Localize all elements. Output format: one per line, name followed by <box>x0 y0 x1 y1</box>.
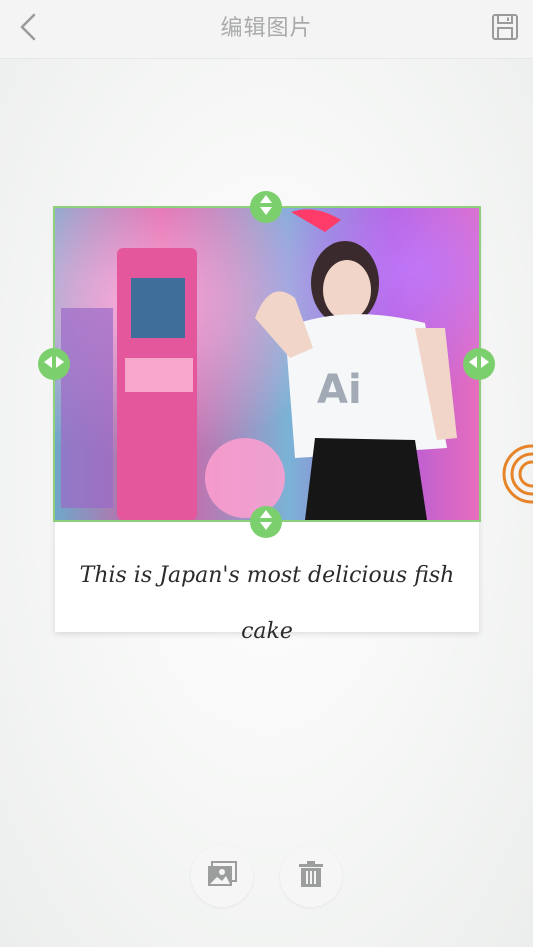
photo[interactable]: Ai <box>53 206 481 522</box>
resize-handle-right[interactable] <box>463 348 495 380</box>
vertical-arrows-icon <box>258 194 274 220</box>
floating-assist-button[interactable] <box>500 442 533 506</box>
resize-handle-top[interactable] <box>250 191 282 223</box>
resize-handle-left[interactable] <box>38 348 70 380</box>
save-button[interactable] <box>487 11 523 47</box>
spiral-icon <box>500 444 533 506</box>
replace-image-button[interactable] <box>191 845 253 907</box>
resize-handle-bottom[interactable] <box>250 506 282 538</box>
floppy-disk-icon <box>491 13 519 45</box>
svg-text:Ai: Ai <box>317 367 362 413</box>
delete-button[interactable] <box>280 845 342 907</box>
top-app-bar: 编辑图片 <box>0 0 533 59</box>
horizontal-arrows-icon <box>43 354 65 374</box>
image-icon <box>207 861 237 891</box>
vertical-arrows-icon <box>258 509 274 535</box>
trash-icon <box>298 860 324 892</box>
caption-text[interactable]: This is Japan's most delicious fish cake <box>55 548 479 644</box>
horizontal-arrows-icon <box>468 354 490 374</box>
page-title: 编辑图片 <box>220 16 313 41</box>
